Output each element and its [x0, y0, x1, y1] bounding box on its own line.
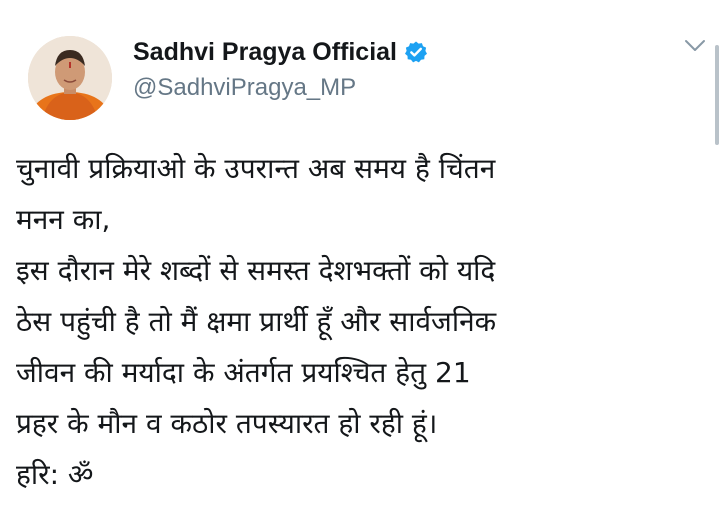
user-handle[interactable]: @SadhviPragya_MP: [133, 74, 428, 102]
verified-badge-icon: [404, 40, 428, 64]
tweet-text-line: हरि: ॐ: [16, 458, 94, 491]
tweet-card: Sadhvi Pragya Official @SadhviPragya_MP …: [0, 0, 720, 521]
avatar[interactable]: [28, 36, 112, 120]
tweet-header: Sadhvi Pragya Official @SadhviPragya_MP: [133, 34, 428, 102]
tweet-text: चुनावी प्रक्रियाओ के उपरान्त अब समय है च…: [16, 143, 711, 500]
tweet-text-line: चुनावी प्रक्रियाओ के उपरान्त अब समय है च…: [16, 152, 496, 185]
scrollbar[interactable]: [715, 45, 719, 145]
name-row: Sadhvi Pragya Official: [133, 34, 428, 70]
display-name[interactable]: Sadhvi Pragya Official: [133, 38, 397, 67]
tweet-text-line: ठेस पहुंची है तो मैं क्षमा प्रार्थी हूँ …: [16, 305, 497, 338]
tweet-text-line: प्रहर के मौन व कठोर तपस्यारत हो रही हूं।: [16, 407, 438, 440]
avatar-image: [28, 36, 112, 120]
tweet-text-line: इस दौरान मेरे शब्दों से समस्त देशभक्तों …: [16, 254, 496, 287]
chevron-down-icon[interactable]: [682, 36, 708, 56]
tweet-text-line: मनन का,: [16, 203, 111, 236]
tweet-text-line: जीवन की मर्यादा के अंतर्गत प्रयश्चित हेत…: [16, 356, 471, 389]
